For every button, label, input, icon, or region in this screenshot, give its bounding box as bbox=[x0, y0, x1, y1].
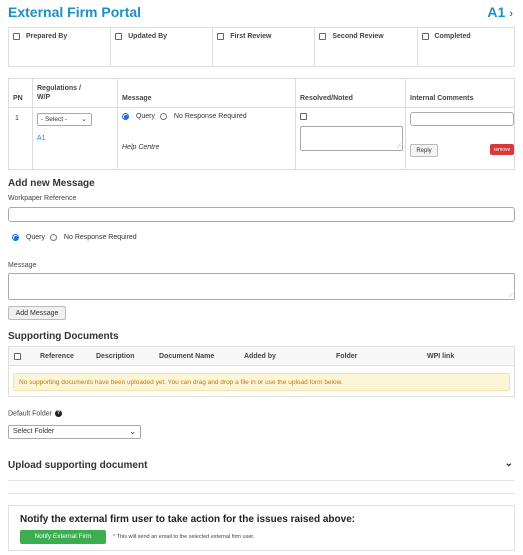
header-divider bbox=[9, 107, 514, 108]
message-textarea[interactable] bbox=[8, 273, 515, 300]
regulation-select-value: - Select - bbox=[41, 116, 68, 123]
workpaper-reference-label: Workpaper Reference bbox=[8, 195, 77, 202]
notify-note-text: This will send an email to the selected … bbox=[116, 534, 255, 540]
new-message-type-radios: Query No Response Required bbox=[12, 234, 137, 241]
upload-heading[interactable]: Upload supporting document bbox=[8, 460, 147, 471]
message-column bbox=[118, 79, 296, 169]
internal-comments-header: Internal Comments bbox=[410, 95, 474, 102]
second-review-checkbox[interactable] bbox=[319, 33, 327, 40]
first-review-label: First Review bbox=[230, 33, 272, 40]
chevron-right-icon: › bbox=[509, 8, 513, 20]
resolved-textarea[interactable] bbox=[300, 126, 403, 151]
help-icon[interactable]: ? bbox=[54, 410, 62, 417]
new-query-radio-label: Query bbox=[25, 234, 46, 242]
chevron-down-icon: ⌄ bbox=[81, 116, 87, 123]
no-response-radio-label: No Response Required bbox=[173, 113, 247, 121]
select-all-documents-checkbox[interactable] bbox=[14, 353, 21, 360]
no-response-radio[interactable] bbox=[159, 113, 167, 120]
internal-comment-input[interactable] bbox=[410, 112, 514, 126]
upload-bottom-divider bbox=[8, 493, 515, 494]
supporting-documents-heading: Supporting Documents bbox=[8, 331, 119, 342]
pn-header: PN bbox=[13, 95, 23, 102]
completed-checkbox[interactable] bbox=[421, 33, 429, 40]
workpaper-nav-link[interactable]: A1 › bbox=[487, 4, 513, 20]
notify-note: * This will send an email to the selecte… bbox=[113, 534, 254, 540]
supporting-documents-table: Reference Description Document Name Adde… bbox=[8, 346, 515, 397]
col-wpi-link: WPI link bbox=[427, 353, 455, 360]
notify-external-firm-button[interactable]: Notify External Firm bbox=[20, 530, 106, 544]
signoff-first-review: First Review bbox=[213, 28, 316, 66]
message-header: Message bbox=[122, 95, 152, 102]
updated-by-label: Updated By bbox=[128, 33, 168, 40]
add-message-button[interactable]: Add Message bbox=[8, 306, 66, 320]
default-folder-label: Default Folder? bbox=[8, 410, 62, 417]
row-pn: 1 bbox=[15, 115, 19, 122]
message-type-radios: Query No Response Required bbox=[122, 113, 247, 120]
query-radio[interactable] bbox=[122, 113, 129, 120]
chevron-down-icon: ⌄ bbox=[129, 427, 136, 436]
nav-label: A1 bbox=[487, 4, 506, 20]
second-review-label: Second Review bbox=[332, 33, 384, 40]
new-no-response-radio[interactable] bbox=[49, 234, 57, 241]
col-description: Description bbox=[96, 353, 135, 360]
wp-link[interactable]: A1 bbox=[37, 135, 46, 142]
help-centre-link[interactable]: Help Centre bbox=[122, 144, 159, 151]
page-header: External Firm Portal A1 › bbox=[8, 4, 515, 24]
remove-button[interactable]: remove bbox=[490, 144, 514, 155]
regulation-select[interactable]: - Select - ⌄ bbox=[37, 113, 92, 126]
add-message-heading: Add new Message bbox=[8, 178, 95, 189]
signoff-updated: Updated By bbox=[111, 28, 214, 66]
expand-chevron-icon[interactable]: ⌄ bbox=[505, 458, 513, 469]
updated-by-checkbox[interactable] bbox=[115, 33, 123, 40]
signoff-second-review: Second Review bbox=[315, 28, 418, 66]
completed-label: Completed bbox=[434, 33, 471, 40]
signoff-prepared: Prepared By bbox=[9, 28, 112, 66]
workpaper-reference-input[interactable] bbox=[8, 207, 515, 222]
upload-top-divider bbox=[8, 480, 515, 481]
resolved-checkbox[interactable] bbox=[300, 113, 307, 120]
required-star: * bbox=[113, 534, 116, 540]
first-review-checkbox[interactable] bbox=[217, 33, 225, 40]
signoff-row: Prepared By Updated By First Review Seco… bbox=[8, 27, 515, 67]
col-document-name: Document Name bbox=[159, 353, 215, 360]
col-added-by: Added by bbox=[244, 353, 276, 360]
pn-column bbox=[9, 79, 33, 169]
resolved-column bbox=[296, 79, 406, 169]
messages-table: PN Regulations / W/P Message Resolved/No… bbox=[8, 78, 515, 170]
folder-select[interactable]: Select Folder ⌄ bbox=[8, 425, 141, 439]
prepared-by-checkbox[interactable] bbox=[13, 33, 20, 40]
col-reference: Reference bbox=[40, 353, 74, 360]
signoff-completed: Completed bbox=[418, 28, 514, 66]
notify-heading: Notify the external firm user to take ac… bbox=[20, 514, 356, 525]
no-documents-alert: No supporting documents have been upload… bbox=[13, 373, 510, 391]
query-radio-label: Query bbox=[135, 113, 156, 121]
notify-panel: Notify the external firm user to take ac… bbox=[8, 505, 515, 551]
new-no-response-radio-label: No Response Required bbox=[63, 234, 137, 242]
folder-select-value: Select Folder bbox=[13, 428, 55, 435]
documents-header-row: Reference Description Document Name Adde… bbox=[9, 347, 514, 366]
page-title: External Firm Portal bbox=[8, 4, 142, 20]
prepared-by-label: Prepared By bbox=[26, 33, 68, 40]
resolved-header: Resolved/Noted bbox=[300, 95, 353, 102]
new-query-radio[interactable] bbox=[12, 234, 19, 241]
regulations-header: Regulations / W/P bbox=[37, 85, 81, 101]
col-folder: Folder bbox=[336, 353, 358, 360]
reply-button[interactable]: Reply bbox=[410, 144, 438, 157]
default-folder-label-text: Default Folder bbox=[8, 410, 52, 418]
message-label: Message bbox=[8, 262, 37, 269]
